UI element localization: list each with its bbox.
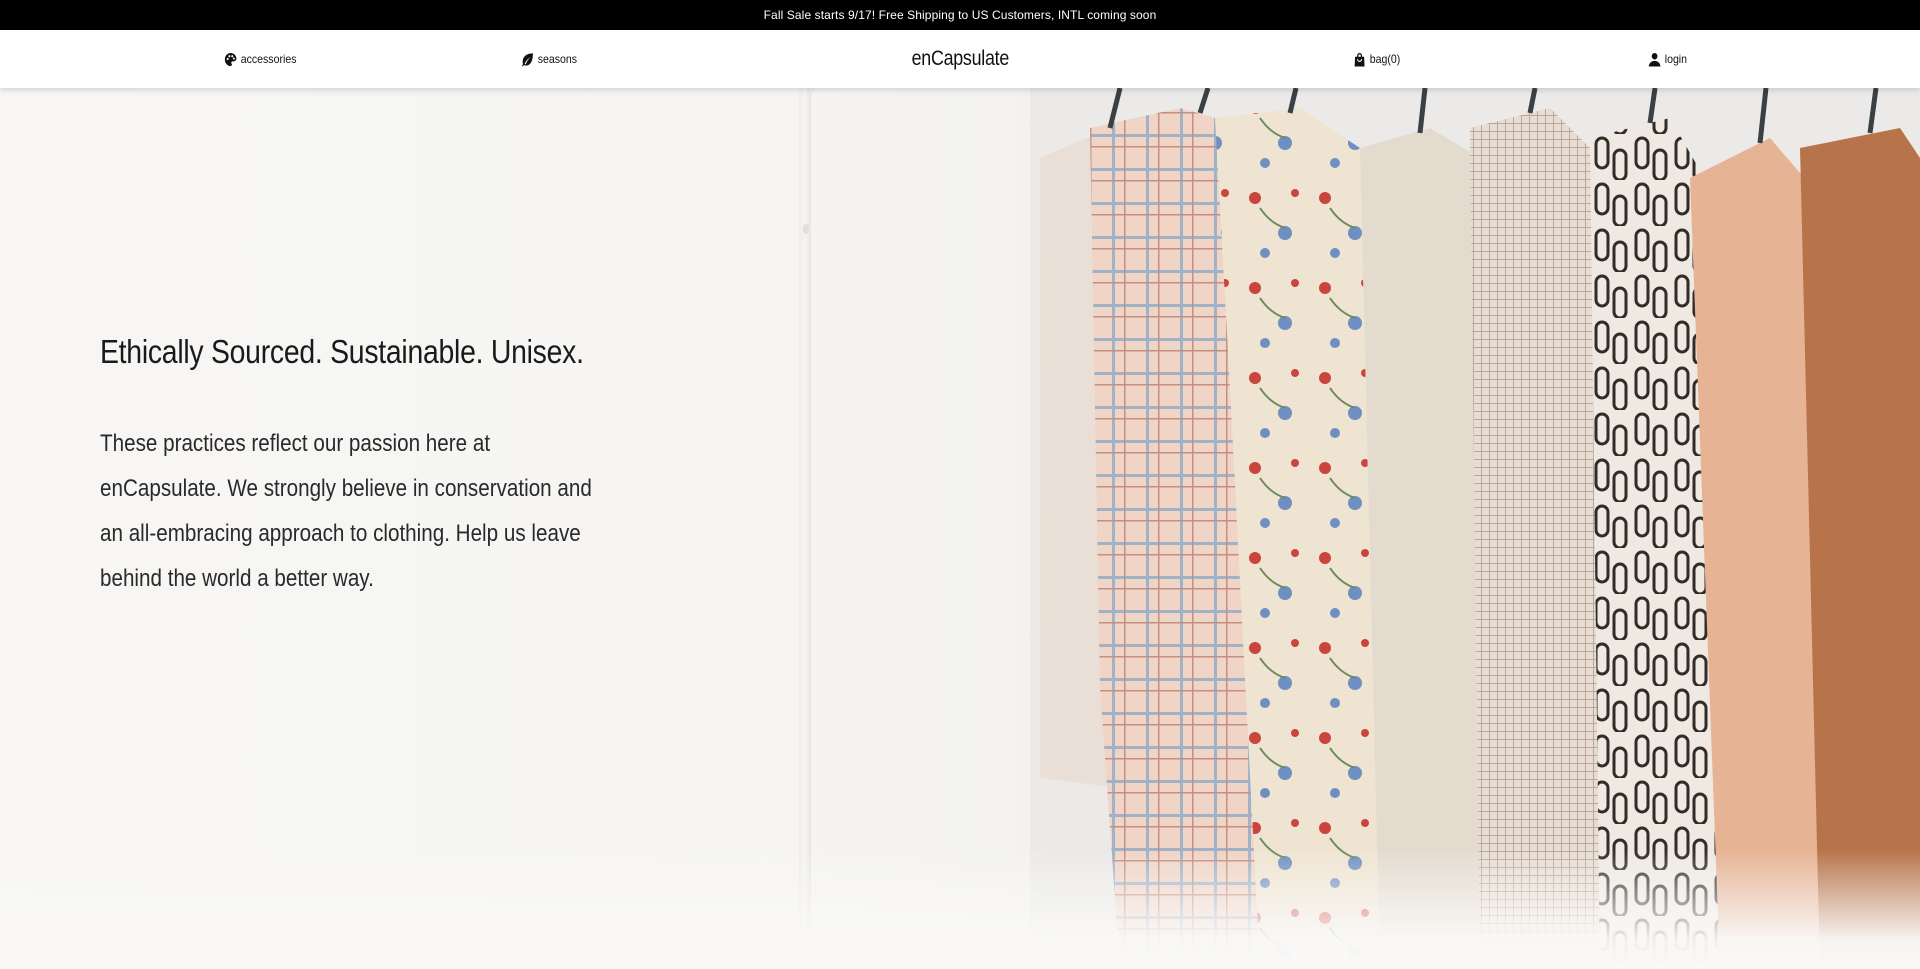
nav-bag[interactable]: bag(0) xyxy=(1353,30,1400,88)
nav-bag-label: bag(0) xyxy=(1369,52,1401,66)
hero-section: Ethically Sourced. Sustainable. Unisex. … xyxy=(0,88,1920,969)
clothing-rack-image xyxy=(1030,88,1920,969)
main-nav: accessories seasons enCapsulate bag(0) l… xyxy=(0,30,1920,88)
nav-accessories[interactable]: accessories xyxy=(224,30,296,88)
nav-login[interactable]: login xyxy=(1648,30,1687,88)
nav-accessories-label: accessories xyxy=(240,52,297,66)
hero-text-block: Ethically Sourced. Sustainable. Unisex. … xyxy=(100,333,660,601)
nav-login-label: login xyxy=(1664,52,1688,66)
image-fade-left xyxy=(740,88,1060,969)
user-icon xyxy=(1648,52,1661,67)
announcement-text: Fall Sale starts 9/17! Free Shipping to … xyxy=(763,8,1157,22)
leaf-icon xyxy=(521,52,533,67)
announcement-bar: Fall Sale starts 9/17! Free Shipping to … xyxy=(0,0,1920,30)
shopping-bag-icon xyxy=(1354,52,1365,67)
hero-body-text: These practices reflect our passion here… xyxy=(100,430,592,592)
palette-icon xyxy=(224,52,237,66)
nav-seasons-label: seasons xyxy=(537,52,578,66)
brand-logo-text[interactable]: enCapsulate xyxy=(911,47,1009,71)
image-fade-bottom xyxy=(0,849,1920,969)
nav-seasons[interactable]: seasons xyxy=(521,30,577,88)
hero-headline: Ethically Sourced. Sustainable. Unisex. xyxy=(100,333,584,370)
